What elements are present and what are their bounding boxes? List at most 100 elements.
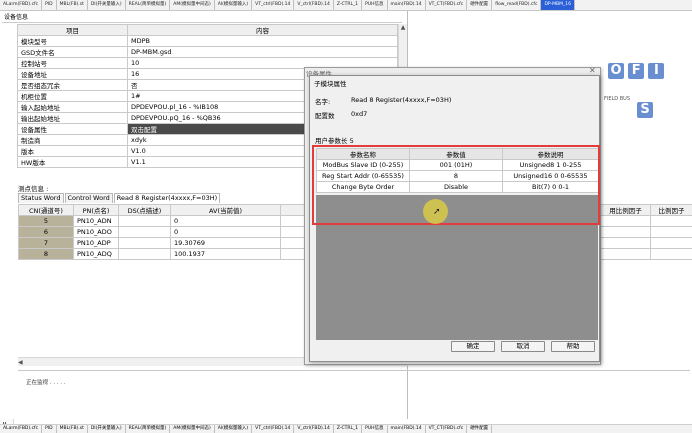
section-title: 设备信息	[2, 13, 402, 23]
cancel-button[interactable]: 取消	[501, 341, 545, 352]
doc-tab[interactable]: 硬件配置	[467, 0, 493, 10]
doc-tab[interactable]: AI(模拟量输入)	[215, 425, 253, 433]
property-name: 设备地址	[17, 68, 128, 80]
logo-bottom: S	[637, 102, 655, 118]
doc-tab[interactable]: DI(开关量输入)	[88, 0, 126, 10]
doc-tab[interactable]: AM(模拟量中间态)	[170, 425, 215, 433]
doc-tab[interactable]: flow_read(FBD).cfc	[492, 0, 542, 10]
channel-number: 8	[18, 248, 74, 260]
scroll-left-icon[interactable]: ◀	[18, 359, 23, 366]
property-value: DP-MBM.gsd	[127, 46, 398, 58]
point-desc	[118, 226, 171, 238]
current-value: 0	[170, 226, 281, 238]
point-name: PN10_ADQ	[73, 248, 119, 260]
property-name: 制造商	[17, 134, 128, 146]
dialog-title: 子模块属性	[314, 80, 347, 88]
channel-table-right-columns: 用比例因子 比例因子	[600, 204, 692, 260]
column-header[interactable]: 比例因子	[650, 204, 692, 216]
current-value: 19.30769	[170, 237, 281, 249]
property-name: GSD文件名	[17, 46, 128, 58]
doc-tab[interactable]: MBL(FB).st	[57, 0, 88, 10]
property-name: 是否组态冗余	[17, 79, 128, 91]
doc-tab[interactable]: ALarm(FBD).cfc	[0, 425, 43, 433]
point-desc	[118, 215, 171, 227]
highlight-box	[312, 145, 600, 225]
table-row	[600, 226, 692, 238]
doc-tab[interactable]: PUH信息	[362, 0, 388, 10]
doc-tab[interactable]: DI(开关量输入)	[88, 425, 126, 433]
doc-tab[interactable]: Z-CTRL_1	[334, 425, 363, 433]
property-name: 输出起始地址	[17, 112, 128, 124]
doc-tab[interactable]: AM(模拟量中间态)	[170, 0, 215, 10]
bottom-tab-bar: ALarm(FBD).cfc PID MBL(FB).st DI(开关量输入) …	[0, 424, 692, 433]
logo-letter: S	[637, 102, 653, 118]
doc-tab[interactable]: Z-CTRL_1	[334, 0, 363, 10]
doc-tab[interactable]: VT_CT(FBD).cfc	[426, 425, 468, 433]
tab-read-8-register[interactable]: Read 8 Register(4xxxx,F=03H)	[113, 193, 221, 203]
property-name: 版本	[17, 145, 128, 157]
channel-number: 6	[18, 226, 74, 238]
column-header[interactable]: 内容	[127, 24, 398, 36]
channel-number: 7	[18, 237, 74, 249]
table-row	[600, 237, 692, 249]
property-name: 控制站号	[17, 57, 128, 69]
point-name: PN10_ADN	[73, 215, 119, 227]
logo-subtitle: FIELD BUS	[604, 96, 630, 102]
logo-letter: I	[648, 63, 665, 79]
point-desc	[118, 237, 171, 249]
user-param-length: 用户参数长 5	[315, 137, 354, 145]
doc-tab[interactable]: VT_ctrl(FBD).14	[252, 425, 295, 433]
column-header[interactable]: 用比例因子	[600, 204, 651, 216]
property-name: 设备属性	[17, 123, 128, 135]
point-name: PN10_ADO	[73, 226, 119, 238]
doc-tab[interactable]: VT_ctrl(FBD).14	[252, 0, 295, 10]
table-row	[600, 215, 692, 227]
doc-tab[interactable]: V_ctrl(FBD).14	[294, 425, 334, 433]
doc-tab[interactable]: VT_CT(FBD).cfc	[426, 0, 468, 10]
column-header[interactable]: AV(当前值)	[170, 204, 281, 216]
doc-tab[interactable]: ALarm(FBD).cfc	[0, 0, 43, 10]
property-value: MDPB	[127, 35, 398, 47]
measure-points-label: 测点信息 :	[18, 185, 49, 193]
column-header[interactable]: PN(点名)	[73, 204, 119, 216]
name-value: Read 8 Register(4xxxx,F=03H)	[351, 96, 452, 104]
doc-tab[interactable]: REAL(简单模拟量)	[126, 0, 171, 10]
measure-point-tabs: Status Word Control Word Read 8 Register…	[18, 193, 221, 203]
logo-letter: F	[628, 63, 645, 79]
config-label: 配置数	[315, 112, 335, 120]
doc-tab[interactable]: REAL(简单模拟量)	[126, 425, 171, 433]
doc-tab-active[interactable]: DP-MBM_16	[541, 0, 576, 10]
point-name: PN10_ADP	[73, 237, 119, 249]
scroll-up-icon[interactable]: ▲	[399, 24, 407, 32]
table-row	[600, 248, 692, 260]
property-name: 模块型号	[17, 35, 128, 47]
table-row[interactable]: GSD文件名 DP-MBM.gsd	[17, 46, 398, 58]
status-text: 正在监视 . . . . .	[26, 380, 66, 386]
ok-button[interactable]: 确定	[451, 341, 495, 352]
logo-letter: O	[608, 63, 624, 79]
table-row[interactable]: 模块型号 MDPB	[17, 35, 398, 47]
help-button[interactable]: 帮助	[551, 341, 595, 352]
tab-control-word[interactable]: Control Word	[64, 193, 113, 203]
channel-number: 5	[18, 215, 74, 227]
column-header[interactable]: 项目	[17, 24, 128, 36]
current-value: 0	[170, 215, 281, 227]
doc-tab[interactable]: 硬件配置	[467, 425, 493, 433]
doc-tab[interactable]: PUH信息	[362, 425, 388, 433]
close-icon[interactable]: ✕	[589, 66, 596, 75]
doc-tab[interactable]: PID	[42, 0, 57, 10]
column-header[interactable]: DS(点描述)	[118, 204, 171, 216]
doc-tab[interactable]: V_ctrl(FBD).14	[294, 0, 334, 10]
doc-tab[interactable]: AI(模拟量输入)	[215, 0, 253, 10]
point-desc	[118, 248, 171, 260]
status-pane	[18, 370, 690, 418]
doc-tab[interactable]: PID	[42, 425, 57, 433]
property-name: 输入起始地址	[17, 101, 128, 113]
column-header[interactable]: CN(通道号)	[18, 204, 74, 216]
doc-tab[interactable]: MBL(FB).st	[57, 425, 88, 433]
doc-tab[interactable]: main(FBD).14	[388, 0, 426, 10]
tab-status-word[interactable]: Status Word	[18, 193, 64, 203]
doc-tab[interactable]: main(FBD).14	[388, 425, 426, 433]
mouse-pointer-icon: ➚	[433, 207, 441, 217]
property-name: HW版本	[17, 156, 128, 168]
